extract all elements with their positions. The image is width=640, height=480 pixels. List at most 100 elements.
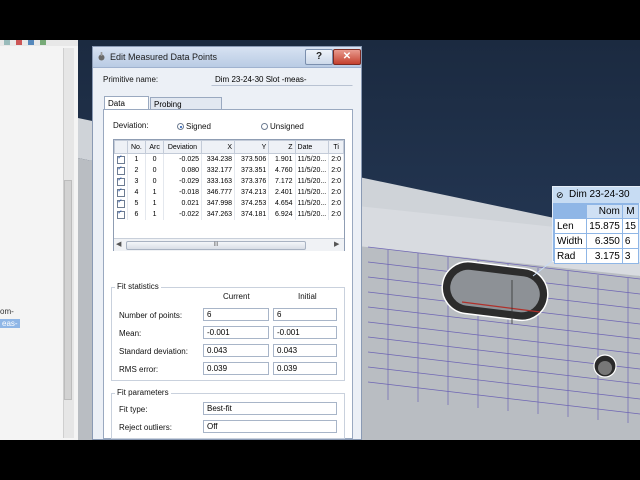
- grid-horizontal-scrollbar[interactable]: ◀ III ▶: [114, 238, 344, 251]
- data-points-grid[interactable]: No. Arc Deviation X Y Z Date Ti 10-0.025…: [113, 139, 345, 251]
- row-checkbox[interactable]: [114, 165, 128, 176]
- help-button[interactable]: ?: [305, 49, 333, 65]
- col-no[interactable]: No.: [126, 140, 147, 154]
- table-cell: 6.924: [268, 209, 296, 220]
- table-row[interactable]: 10-0.025334.238373.5061.90111/5/20...2:0: [114, 153, 344, 165]
- scroll-right-icon[interactable]: ▶: [334, 240, 339, 248]
- table-cell: 11/5/20...: [295, 209, 330, 220]
- table-cell: 6: [127, 209, 147, 220]
- fit-statistics-title: Fit statistics: [115, 282, 161, 291]
- checkbox-icon[interactable]: [116, 198, 125, 208]
- table-cell: 332.177: [201, 165, 236, 176]
- checkbox-icon[interactable]: [116, 187, 125, 197]
- row-checkbox[interactable]: [114, 176, 128, 187]
- scroll-left-icon[interactable]: ◀: [116, 240, 121, 248]
- reject-outliers-field[interactable]: Off: [203, 420, 337, 433]
- table-cell: 1: [127, 153, 147, 165]
- table-cell: 1: [145, 209, 164, 220]
- table-cell: 2:0: [328, 209, 344, 220]
- stat-current-field[interactable]: 6: [203, 308, 269, 321]
- row-checkbox[interactable]: [114, 198, 128, 209]
- stat-initial-field[interactable]: 0.043: [273, 344, 337, 357]
- tree-item-text[interactable]: om-: [0, 307, 14, 316]
- stat-label: RMS error:: [119, 365, 159, 374]
- tree-item-selected[interactable]: eas-: [0, 319, 20, 328]
- table-cell: 2:0: [328, 176, 344, 187]
- pin-icon[interactable]: ⊘: [556, 190, 564, 201]
- table-cell: 334.238: [201, 153, 236, 165]
- col-time[interactable]: Ti: [328, 140, 344, 154]
- table-row[interactable]: 200.080332.177373.3514.76011/5/20...2:0: [114, 165, 344, 176]
- table-cell: 1.901: [268, 153, 296, 165]
- toolbar-icon[interactable]: [40, 40, 46, 45]
- table-cell: -0.018: [163, 187, 203, 198]
- table-row[interactable]: 41-0.018346.777374.2132.40111/5/20...2:0: [114, 187, 344, 198]
- data-points-table: No. Arc Deviation X Y Z Date Ti 10-0.025…: [114, 140, 344, 220]
- stat-initial-field[interactable]: 0.039: [273, 362, 337, 375]
- table-cell: 2:0: [328, 187, 344, 198]
- checkbox-icon[interactable]: [116, 165, 125, 175]
- table-row[interactable]: 510.021347.998374.2534.65411/5/20...2:0: [114, 198, 344, 209]
- col-nom: Nom: [585, 204, 623, 219]
- unsigned-radio[interactable]: [261, 123, 268, 130]
- stat-current-field[interactable]: -0.001: [203, 326, 269, 339]
- table-cell: 1: [145, 187, 164, 198]
- col-z[interactable]: Z: [268, 140, 296, 154]
- stat-initial-field[interactable]: -0.001: [273, 326, 337, 339]
- left-panel-toolbar: [0, 40, 78, 46]
- col-date[interactable]: Date: [294, 140, 330, 154]
- table-row[interactable]: 30-0.029333.163373.3767.17211/5/20...2:0: [114, 176, 344, 187]
- scroll-thumb[interactable]: III: [126, 241, 306, 250]
- row-m: 3: [621, 248, 640, 264]
- fit-type-field[interactable]: Best-fit: [203, 402, 337, 415]
- table-cell: 2:0: [328, 198, 344, 209]
- stat-initial-field[interactable]: 6: [273, 308, 337, 321]
- toolbar-icon[interactable]: [16, 40, 22, 45]
- signed-label: Signed: [186, 122, 211, 131]
- row-checkbox[interactable]: [114, 153, 128, 165]
- dimension-label-box[interactable]: ⊘ Dim 23-24-30 Nom M Len 15.875 15 Width…: [552, 186, 640, 264]
- table-cell: 0: [145, 165, 164, 176]
- stat-current-field[interactable]: 0.039: [203, 362, 269, 375]
- table-cell: 11/5/20...: [295, 187, 330, 198]
- checkbox-icon[interactable]: [116, 154, 125, 164]
- edit-measured-data-dialog: Edit Measured Data Points ? ✕ Primitive …: [92, 46, 362, 440]
- table-cell: 0.021: [163, 198, 203, 209]
- toolbar-icon[interactable]: [28, 40, 34, 45]
- col-deviation[interactable]: Deviation: [162, 140, 203, 154]
- left-panel-scroll-thumb[interactable]: [64, 180, 72, 400]
- tab-probing-parameters[interactable]: Probing parameters: [150, 97, 222, 118]
- col-y[interactable]: Y: [234, 140, 270, 154]
- checkbox-icon[interactable]: [116, 176, 125, 186]
- table-cell: -0.029: [163, 176, 203, 187]
- row-checkbox[interactable]: [114, 187, 128, 198]
- tab-data-points[interactable]: Data points: [104, 96, 149, 117]
- table-cell: 7.172: [268, 176, 296, 187]
- checkbox-icon[interactable]: [116, 209, 125, 219]
- table-cell: 4.654: [268, 198, 296, 209]
- primitive-name-field[interactable]: Dim 23-24-30 Slot -meas-: [211, 73, 353, 86]
- dialog-title-bar[interactable]: Edit Measured Data Points ? ✕: [93, 47, 361, 68]
- top-letterbox: [0, 0, 640, 40]
- col-m: M: [621, 204, 640, 219]
- bottom-letterbox: [0, 440, 640, 480]
- table-cell: 0: [145, 153, 164, 165]
- col-arc[interactable]: Arc: [145, 140, 164, 154]
- stat-current-field[interactable]: 0.043: [203, 344, 269, 357]
- toolbar-icon[interactable]: [4, 40, 10, 45]
- row-nom: 6.350: [585, 233, 623, 249]
- col-check: [114, 140, 128, 154]
- dimension-label-title-bar: ⊘ Dim 23-24-30: [553, 187, 640, 203]
- col-x[interactable]: X: [201, 140, 236, 154]
- reject-outliers-label: Reject outliers:: [119, 423, 172, 432]
- signed-radio[interactable]: [177, 123, 184, 130]
- table-cell: 347.998: [201, 198, 236, 209]
- row-name: Width: [554, 233, 587, 249]
- close-button[interactable]: ✕: [333, 49, 361, 65]
- stat-label: Number of points:: [119, 311, 183, 320]
- table-row[interactable]: 61-0.022347.263374.1816.92411/5/20...2:0: [114, 209, 344, 220]
- row-checkbox[interactable]: [114, 209, 128, 220]
- table-cell: 333.163: [201, 176, 236, 187]
- dialog-title: Edit Measured Data Points: [110, 52, 218, 62]
- table-cell: 373.376: [234, 176, 270, 187]
